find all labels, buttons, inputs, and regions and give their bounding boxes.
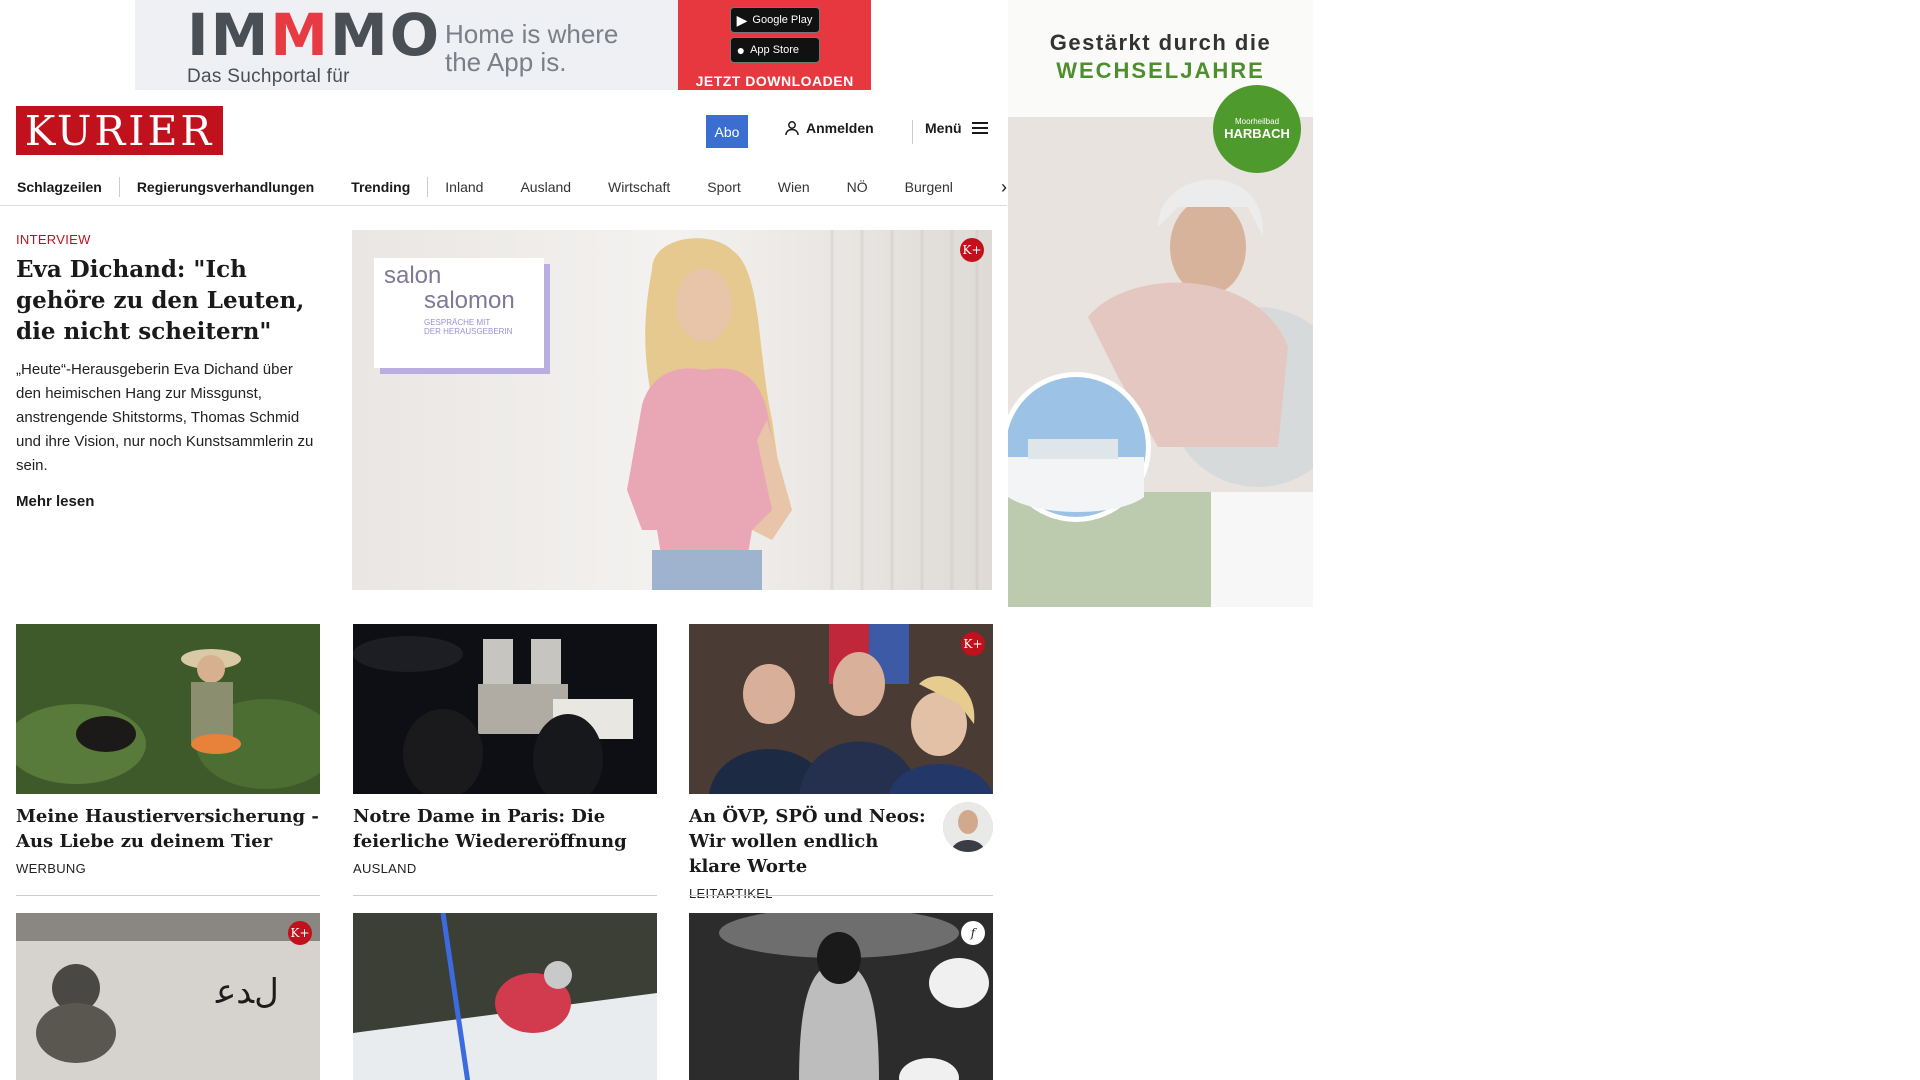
apple-icon: ● (736, 42, 746, 58)
author-avatar (943, 802, 993, 852)
play-icon: ▶ (736, 11, 748, 28)
immmo-logo: IMMMO Das Suchportal für Immobilien (135, 0, 442, 90)
google-play-button[interactable]: ▶ Google Play (729, 7, 820, 33)
article-card[interactable]: f (689, 913, 993, 1080)
article-card[interactable] (353, 913, 657, 1080)
article-image[interactable] (353, 624, 657, 794)
read-more-link[interactable]: Mehr lesen (16, 493, 94, 510)
hero-title[interactable]: Eva Dichand: "Ich gehöre zu den Leuten, … (16, 254, 316, 347)
mural-photo: ﻝﺪﻋ (16, 913, 320, 1080)
menu-label: Menü (925, 120, 962, 136)
immmo-wordmark: IMMMO (187, 1, 442, 69)
article-title[interactable]: Notre Dame in Paris: Die feierliche Wied… (353, 804, 657, 854)
login-label: Anmelden (806, 120, 874, 136)
divider (689, 895, 993, 896)
side-ad-photo (1008, 117, 1313, 607)
abo-button[interactable]: Abo (706, 115, 748, 148)
download-cta[interactable]: JETZT DOWNLOADEN (696, 73, 854, 89)
nav-item-noe[interactable]: NÖ (827, 179, 885, 195)
side-ad[interactable]: Gestärkt durch die WECHSELJAHRE Moorheil… (1008, 0, 1313, 607)
f-badge-icon: f (961, 921, 985, 945)
bw-art-photo (689, 913, 993, 1080)
divider (353, 895, 657, 896)
article-title[interactable]: An ÖVP, SPÖ und Neos: Wir wollen endlich… (689, 804, 929, 879)
salon-salomon-badge: salon salomon GESPRÄCHE MIT DER HERAUSGE… (374, 258, 544, 368)
article-image[interactable]: K+ (689, 624, 993, 794)
user-icon (785, 121, 799, 136)
plus-badge-icon: K+ (960, 238, 984, 262)
nav-item-inland[interactable]: Inland (428, 179, 500, 195)
article-category: LEITARTIKEL (689, 886, 773, 901)
immmo-subtitle: Das Suchportal für Immobilien (187, 66, 350, 90)
author-photo (943, 802, 993, 852)
app-store-button[interactable]: ● App Store (729, 37, 820, 63)
hero-lead: „Heute“-Herausgeberin Eva Dichand über d… (16, 361, 314, 474)
ski-photo (353, 913, 657, 1080)
article-title[interactable]: Meine Haustierversicherung - Aus Liebe z… (16, 804, 320, 854)
garden-photo (16, 624, 320, 794)
article-image[interactable]: f (689, 913, 993, 1080)
kurier-logo[interactable]: KURIER (16, 106, 223, 155)
hero-image[interactable]: salon salomon GESPRÄCHE MIT DER HERAUSGE… (352, 230, 992, 590)
nav-item-burgenland[interactable]: Burgenl (885, 179, 970, 195)
nav-item-ausland[interactable]: Ausland (500, 179, 588, 195)
top-banner-ad[interactable]: IMMMO Das Suchportal für Immobilien Home… (135, 0, 871, 90)
svg-text:ﻝﺪﻋ: ﻝﺪﻋ (215, 972, 279, 1012)
article-category: WERBUNG (16, 861, 86, 876)
article-card[interactable]: ﻝﺪﻋ K+ (16, 913, 320, 1080)
immmo-download-panel[interactable]: ▶ Google Play ● App Store JETZT DOWNLOADEN (678, 0, 871, 90)
header-divider (912, 120, 913, 144)
article-image[interactable] (16, 624, 320, 794)
nav-item-trending[interactable]: Trending (331, 179, 427, 195)
nav-item-wien[interactable]: Wien (758, 179, 827, 195)
article-card[interactable]: Meine Haustierversicherung - Aus Liebe z… (16, 624, 320, 876)
harbach-logo: Moorheilbad HARBACH (1213, 85, 1301, 173)
politicians-photo (689, 624, 993, 794)
login-button[interactable]: Anmelden (784, 120, 874, 136)
article-category: AUSLAND (353, 861, 417, 876)
immmo-tagline: Home is where the App is. (445, 19, 619, 77)
plus-badge-icon: K+ (288, 921, 312, 945)
nav-item-schlagzeilen[interactable]: Schlagzeilen (0, 179, 119, 195)
notre-dame-photo (353, 624, 657, 794)
plus-badge-icon: K+ (961, 632, 985, 656)
nav-item-wirtschaft[interactable]: Wirtschaft (588, 179, 687, 195)
nav-item-sport[interactable]: Sport (687, 179, 757, 195)
nav-item-regierungsverhandlungen[interactable]: Regierungsverhandlungen (120, 179, 331, 195)
hero-kicker: INTERVIEW (16, 232, 91, 247)
section-nav: Schlagzeilen Regierungsverhandlungen Tre… (0, 168, 1007, 206)
article-image[interactable]: ﻝﺪﻋ K+ (16, 913, 320, 1080)
chevron-right-icon[interactable]: › (975, 174, 1007, 200)
divider (16, 895, 320, 896)
article-card[interactable]: Notre Dame in Paris: Die feierliche Wied… (353, 624, 657, 876)
article-card[interactable]: K+ An ÖVP, SPÖ und Neos: Wir wollen endl… (689, 624, 993, 901)
article-image[interactable] (353, 913, 657, 1080)
menu-button[interactable]: Menü (925, 120, 988, 136)
hamburger-icon (971, 122, 988, 134)
